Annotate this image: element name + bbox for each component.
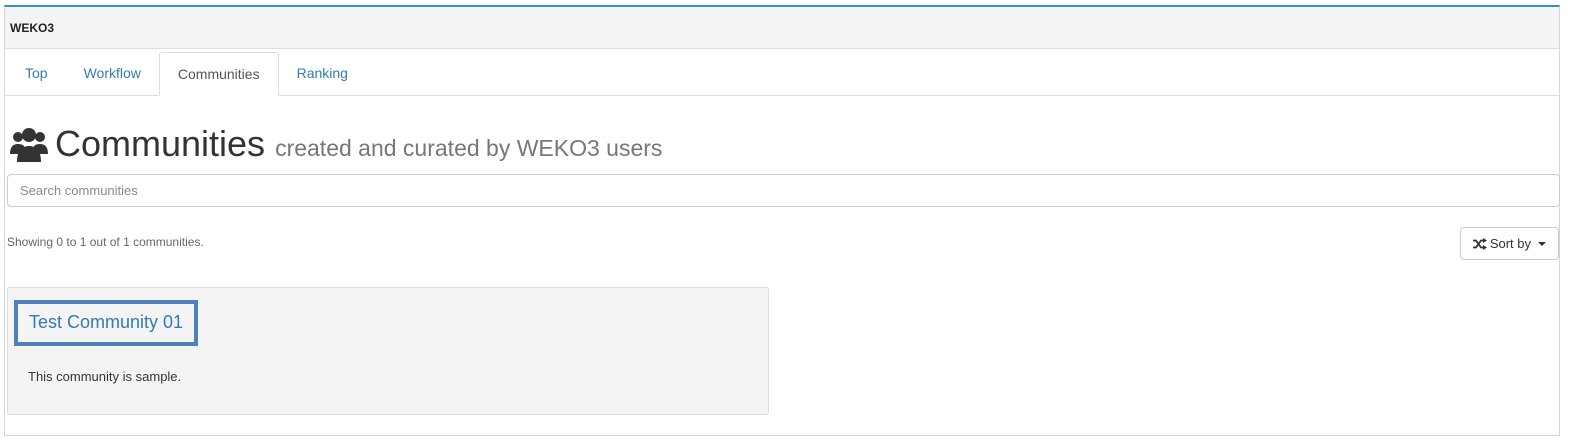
caret-down-icon — [1538, 241, 1546, 246]
tab-communities[interactable]: Communities — [158, 52, 279, 96]
page-heading: Communities created and curated by WEKO3… — [9, 123, 662, 165]
tab-workflow[interactable]: Workflow — [66, 52, 159, 94]
community-card: Test Community 01 This community is samp… — [7, 287, 769, 415]
tab-top[interactable]: Top — [7, 52, 66, 94]
page-title: Communities — [55, 123, 266, 164]
search-communities-input[interactable] — [7, 174, 1560, 207]
nav-tabs: Top Workflow Communities Ranking — [5, 52, 1559, 96]
tab-ranking[interactable]: Ranking — [279, 52, 366, 94]
page-subtitle: created and curated by WEKO3 users — [275, 134, 663, 161]
community-title-link[interactable]: Test Community 01 — [14, 300, 199, 346]
brand-name[interactable]: WEKO3 — [10, 21, 54, 35]
sort-by-button[interactable]: Sort by — [1459, 227, 1559, 260]
users-icon — [10, 128, 48, 162]
community-description: This community is sample. — [28, 369, 182, 384]
page-frame: WEKO3 Top Workflow Communities Ranking C… — [4, 5, 1560, 436]
sort-by-label: Sort by — [1489, 236, 1531, 251]
brand-bar: WEKO3 — [5, 7, 1559, 49]
results-summary: Showing 0 to 1 out of 1 communities. — [7, 235, 204, 249]
random-icon — [1472, 237, 1487, 250]
